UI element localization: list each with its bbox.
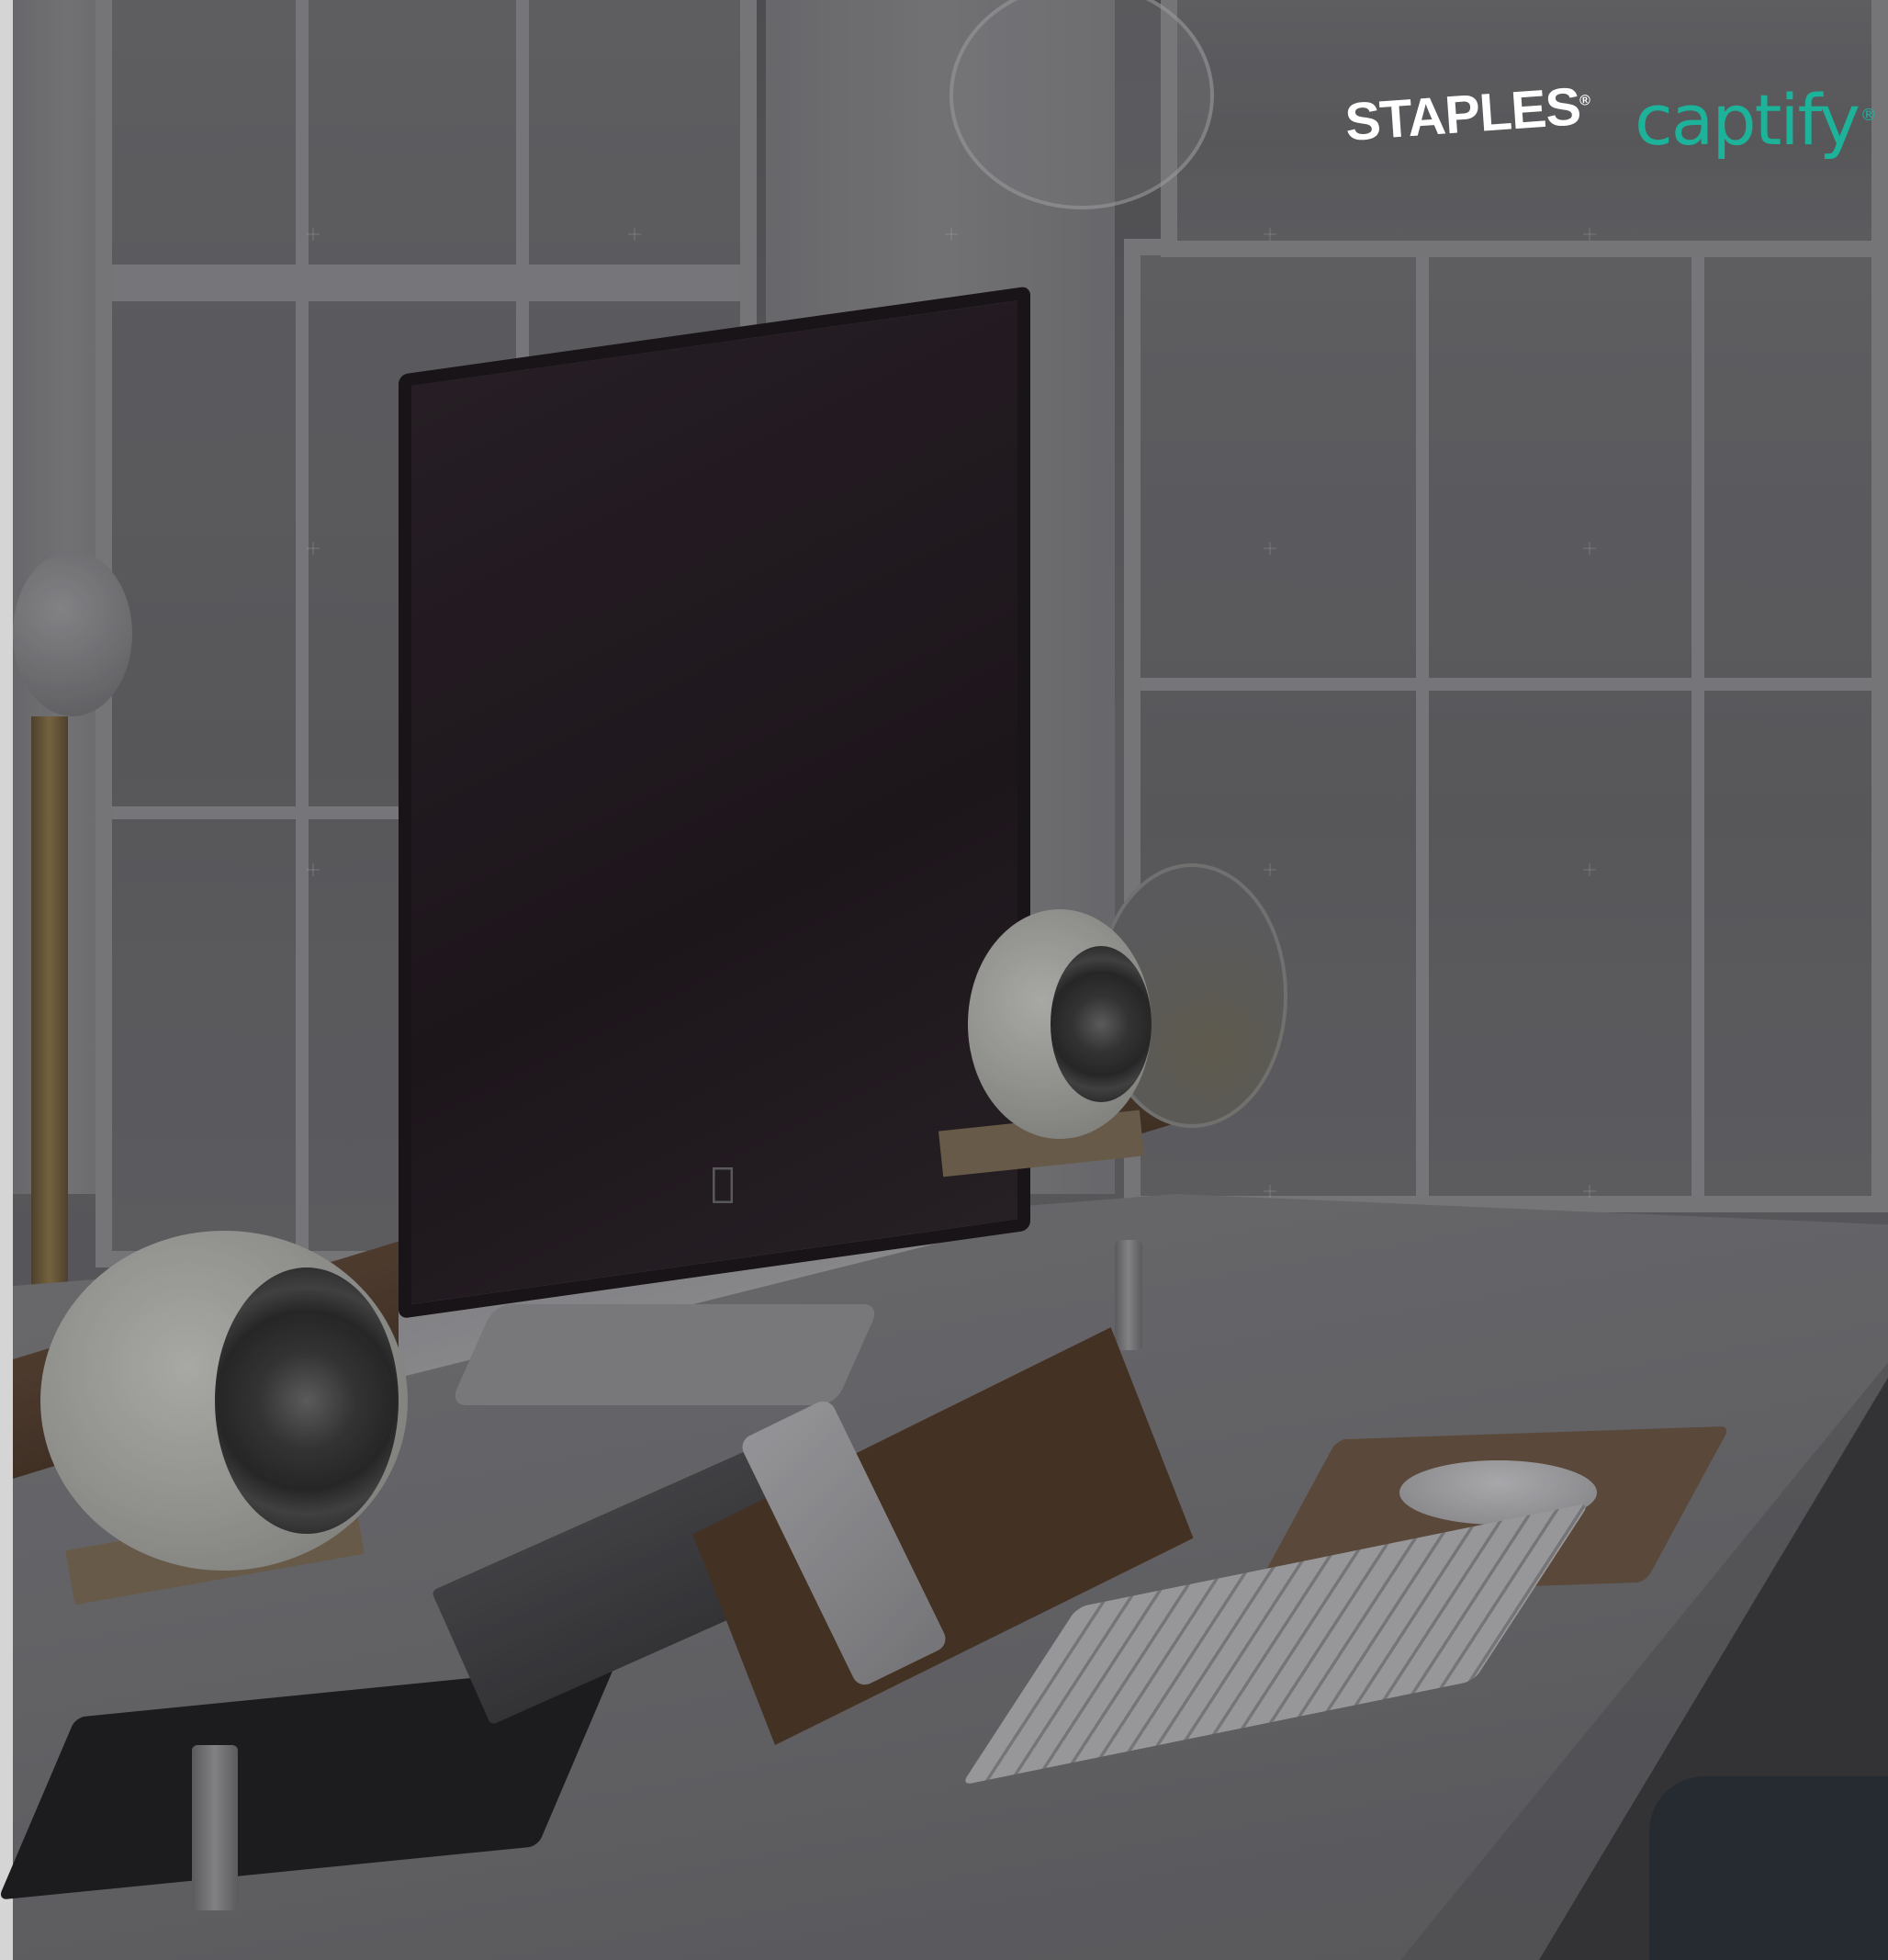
window-mullion	[296, 0, 309, 1251]
captify-logo-text: captify	[1635, 79, 1860, 161]
grid-mark	[628, 228, 641, 241]
grid-mark	[307, 228, 320, 241]
right-speaker	[968, 909, 1152, 1139]
imac-stand	[449, 1304, 881, 1405]
shelf-leg	[192, 1745, 238, 1910]
grid-mark	[1583, 1185, 1596, 1198]
grid-mark	[307, 542, 320, 555]
desk-workspace-scene: 	[0, 0, 1888, 1960]
registered-mark: ®	[1860, 105, 1877, 125]
grid-mark	[1583, 228, 1596, 241]
desk-lamp	[13, 551, 132, 716]
grid-mark	[1583, 863, 1596, 876]
window-mullion	[112, 265, 740, 301]
grid-mark	[1264, 863, 1276, 876]
left-white-border	[0, 0, 13, 1960]
registered-mark: ®	[1579, 93, 1590, 109]
grid-mark	[945, 228, 958, 241]
grid-mark	[1264, 1185, 1276, 1198]
grid-mark	[1583, 542, 1596, 555]
left-speaker	[40, 1231, 408, 1571]
apple-logo-icon: 	[711, 1159, 735, 1206]
speaker-cone	[1051, 946, 1152, 1102]
background-photo:  STAPLES® captify®	[0, 0, 1888, 1960]
window-mullion	[1141, 678, 1871, 691]
speaker-cone	[215, 1267, 399, 1534]
grid-mark	[1264, 542, 1276, 555]
shelf-leg	[1115, 1240, 1142, 1350]
office-chair	[1649, 1776, 1888, 1960]
lamp-pole	[31, 716, 68, 1359]
window-mullion	[1691, 255, 1704, 1196]
window-mullion	[1416, 255, 1429, 1196]
grid-mark	[307, 863, 320, 876]
grid-mark	[1264, 228, 1276, 241]
captify-logo: captify ®	[1635, 79, 1877, 161]
